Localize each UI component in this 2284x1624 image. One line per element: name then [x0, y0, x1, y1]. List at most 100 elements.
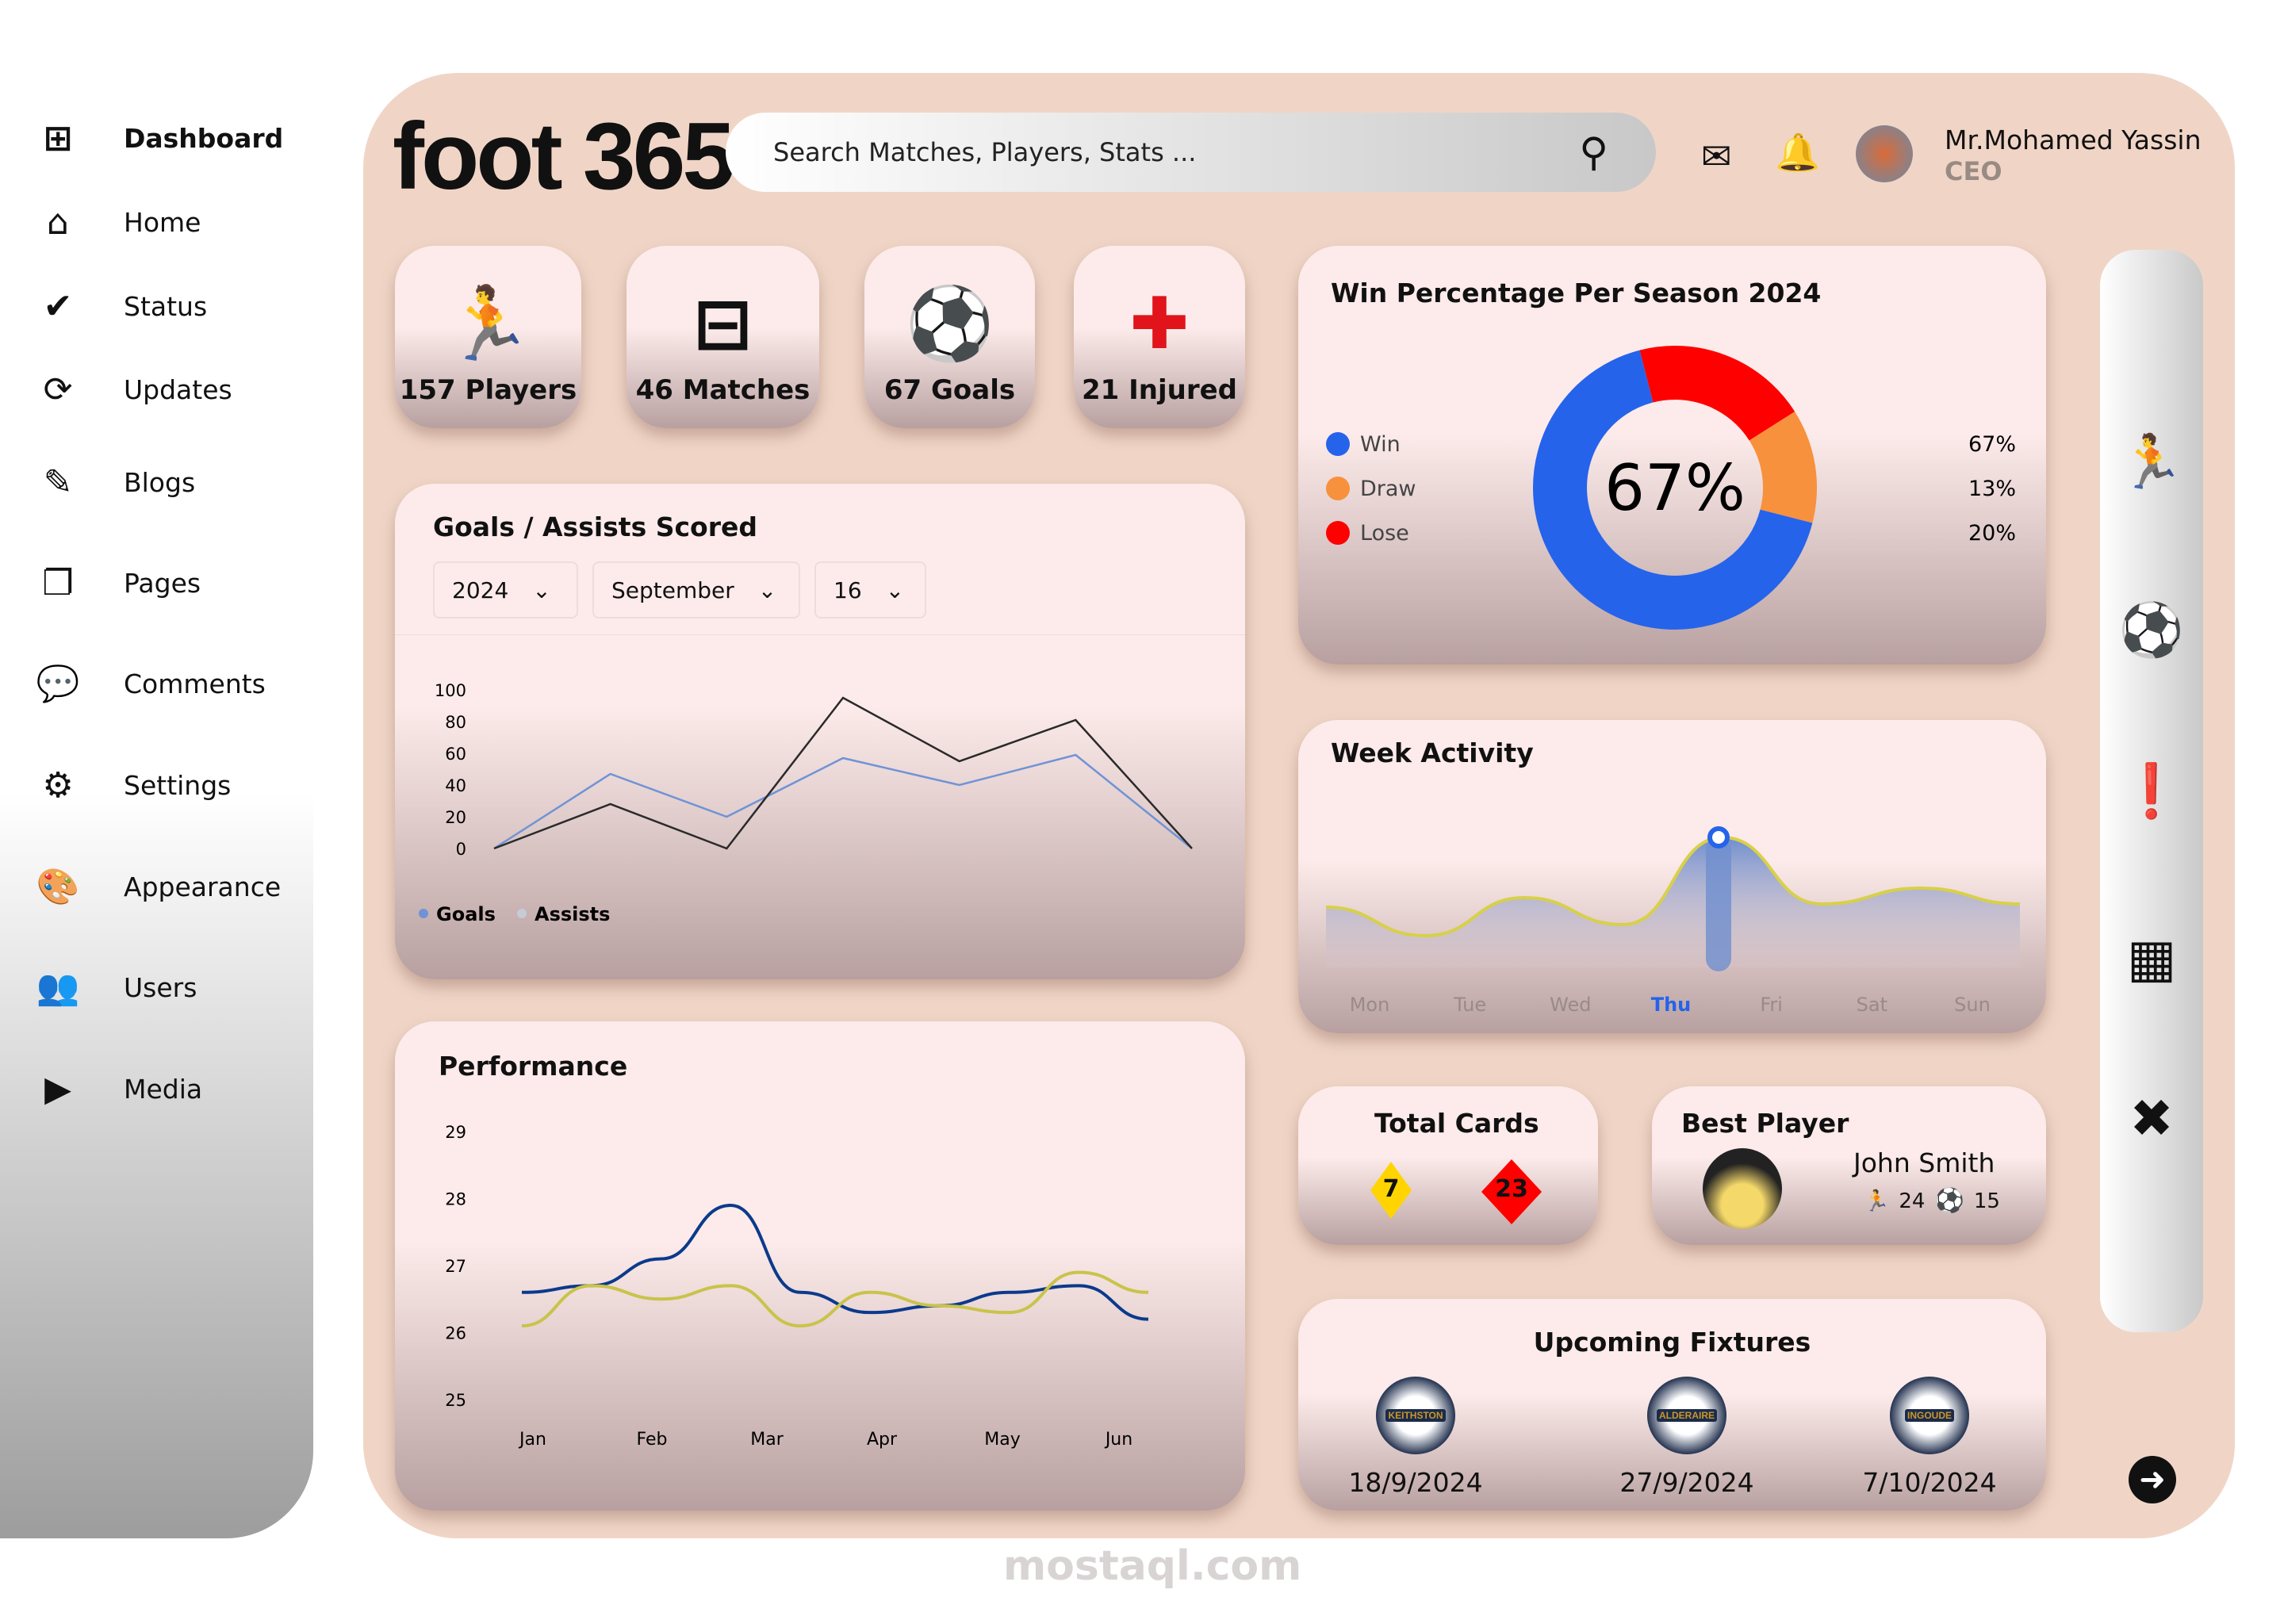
- gear-icon: ⚙: [42, 764, 74, 806]
- refresh-icon: ⟳: [43, 369, 73, 410]
- legend-dot: [1326, 432, 1350, 456]
- play-icon: ▶: [44, 1068, 71, 1109]
- sidebar-item-label: Blogs: [124, 466, 196, 498]
- sidebar-item-comments[interactable]: 💬 Comments: [36, 664, 266, 704]
- day-label-tue: Tue: [1453, 994, 1486, 1016]
- activity-area: [1326, 837, 2020, 967]
- day-label-fri: Fri: [1760, 994, 1783, 1016]
- y-tick-label: 27: [445, 1257, 466, 1276]
- win-pct-chart: 67% Win 67% Draw 13% Lose 20%: [1326, 346, 2016, 630]
- bell-icon[interactable]: 🔔: [1775, 131, 1820, 174]
- legend-dot: [419, 909, 428, 918]
- next-arrow-button[interactable]: ➜: [2129, 1456, 2176, 1503]
- user-name: Mr.Mohamed Yassin: [1945, 124, 2202, 155]
- legend-label: Lose: [1360, 521, 1409, 546]
- sidebar-item-label: Dashboard: [124, 122, 284, 154]
- week-activity-title: Week Activity: [1331, 737, 1534, 768]
- palette-icon: 🎨: [36, 867, 80, 907]
- day-select[interactable]: 16 ⌄: [814, 561, 926, 619]
- day-label-wed: Wed: [1550, 994, 1591, 1016]
- club-name: KEITHSTON: [1385, 1409, 1446, 1422]
- search-placeholder: Search Matches, Players, Stats ...: [773, 137, 1197, 167]
- search-icon[interactable]: ⚲: [1579, 129, 1608, 175]
- total-cards-title: Total Cards: [1374, 1108, 1539, 1139]
- fire-ball-icon[interactable]: ⚽: [2116, 595, 2187, 666]
- stat-injured[interactable]: ✚ 21 Injured: [1074, 246, 1245, 428]
- player-name: John Smith: [1853, 1147, 1995, 1178]
- foul-card-icon[interactable]: ❗: [2116, 756, 2187, 827]
- pages-icon: ❐: [42, 562, 74, 603]
- sidebar-item-home[interactable]: ⌂ Home: [38, 202, 201, 243]
- avatar[interactable]: [1856, 125, 1913, 182]
- series-line-assists: [493, 696, 1193, 850]
- sidebar-item-label: Comments: [124, 668, 266, 699]
- legend-label: Draw: [1360, 477, 1416, 501]
- yellow-card-count: 7: [1382, 1175, 1400, 1203]
- search-input[interactable]: Search Matches, Players, Stats ... ⚲: [726, 113, 1656, 192]
- player-run-icon: 🏃: [1864, 1189, 1890, 1213]
- stat-players[interactable]: 🏃 157 Players: [395, 246, 581, 428]
- stat-goals[interactable]: ⚽ 67 Goals: [864, 246, 1035, 428]
- fixture-date[interactable]: 7/10/2024: [1834, 1467, 2025, 1498]
- users-icon: 👥: [36, 967, 80, 1008]
- select-value: September: [611, 576, 734, 603]
- player-icon: 🏃: [443, 282, 533, 366]
- player-kick-icon[interactable]: 🏃: [2116, 427, 2187, 498]
- sidebar-item-media[interactable]: ▶ Media: [38, 1069, 202, 1109]
- sidebar-item-blogs[interactable]: ✎ Blogs: [38, 462, 196, 503]
- sidebar-item-label: Settings: [124, 769, 232, 801]
- month-select[interactable]: September ⌄: [592, 561, 800, 619]
- y-tick-label: 28: [445, 1190, 466, 1209]
- legend-value: 67%: [1968, 432, 2016, 457]
- y-tick-label: 40: [445, 776, 466, 795]
- club-badge-keithston: KEITHSTON: [1376, 1377, 1455, 1454]
- mail-icon[interactable]: ✉: [1701, 135, 1732, 178]
- sidebar-item-dashboard[interactable]: ⊞ Dashboard: [38, 117, 284, 159]
- strategy-icon[interactable]: ✖: [2116, 1082, 2187, 1154]
- watermark: mostaql.com: [1003, 1542, 1302, 1590]
- performance-chart: 25 26 27 28 29 Jan Feb Mar Apr May Jun: [445, 1123, 1149, 1450]
- sidebar-item-appearance[interactable]: 🎨 Appearance: [36, 867, 282, 907]
- player-matches: 24: [1899, 1189, 1926, 1213]
- stat-matches[interactable]: ⊟ 46 Matches: [627, 246, 819, 428]
- center-label: 67%: [1604, 451, 1746, 525]
- chevron-down-icon: ⌄: [532, 576, 551, 603]
- legend-dot: [1326, 477, 1350, 500]
- check-circle-icon: ✔: [43, 285, 73, 327]
- legend-value: 13%: [1968, 477, 2016, 501]
- performance-line-0: [521, 1203, 1149, 1321]
- fixture-date[interactable]: 27/9/2024: [1592, 1467, 1782, 1498]
- sidebar-item-label: Appearance: [124, 871, 282, 902]
- y-tick-label: 80: [445, 713, 466, 732]
- user-role: CEO: [1945, 156, 2002, 186]
- red-card-count: 23: [1495, 1175, 1528, 1203]
- goals-card-title: Goals / Assists Scored: [433, 511, 757, 542]
- year-select[interactable]: 2024 ⌄: [433, 561, 578, 619]
- sidebar-item-label: Updates: [124, 373, 232, 405]
- sidebar-item-settings[interactable]: ⚙ Settings: [38, 764, 232, 806]
- dashboard-icon: ⊞: [43, 117, 73, 159]
- fixture-date[interactable]: 18/9/2024: [1320, 1467, 1511, 1498]
- y-tick-label: 26: [445, 1324, 466, 1343]
- x-tick-label: Jan: [518, 1430, 546, 1450]
- stat-label: 21 Injured: [1081, 374, 1238, 406]
- day-label-thu: Thu: [1651, 994, 1692, 1016]
- legend-dot: [1326, 521, 1350, 545]
- pitch-icon: ⊟: [692, 282, 753, 366]
- legend-value: 20%: [1968, 521, 2016, 546]
- medical-cross-icon: ✚: [1129, 282, 1190, 366]
- legend-label: Goals: [436, 903, 496, 925]
- sidebar-item-updates[interactable]: ⟳ Updates: [38, 369, 232, 410]
- sidebar-item-pages[interactable]: ❐ Pages: [38, 563, 201, 603]
- player-stats: 🏃 24 ⚽ 15: [1864, 1187, 2000, 1215]
- sidebar-item-label: Pages: [124, 567, 201, 599]
- sidebar-item-users[interactable]: 👥 Users: [36, 967, 197, 1008]
- tactics-board-icon[interactable]: ▦: [2116, 922, 2187, 994]
- performance-title: Performance: [439, 1051, 628, 1082]
- sidebar-item-status[interactable]: ✔ Status: [38, 285, 208, 327]
- stat-label: 157 Players: [399, 374, 577, 406]
- club-name: ALDERAIRE: [1656, 1409, 1717, 1422]
- week-activity-chart: Mon Tue Wed Thu Fri Sat Sun: [1325, 826, 2021, 1016]
- y-tick-label: 29: [445, 1123, 466, 1142]
- chevron-down-icon: ⌄: [885, 576, 905, 603]
